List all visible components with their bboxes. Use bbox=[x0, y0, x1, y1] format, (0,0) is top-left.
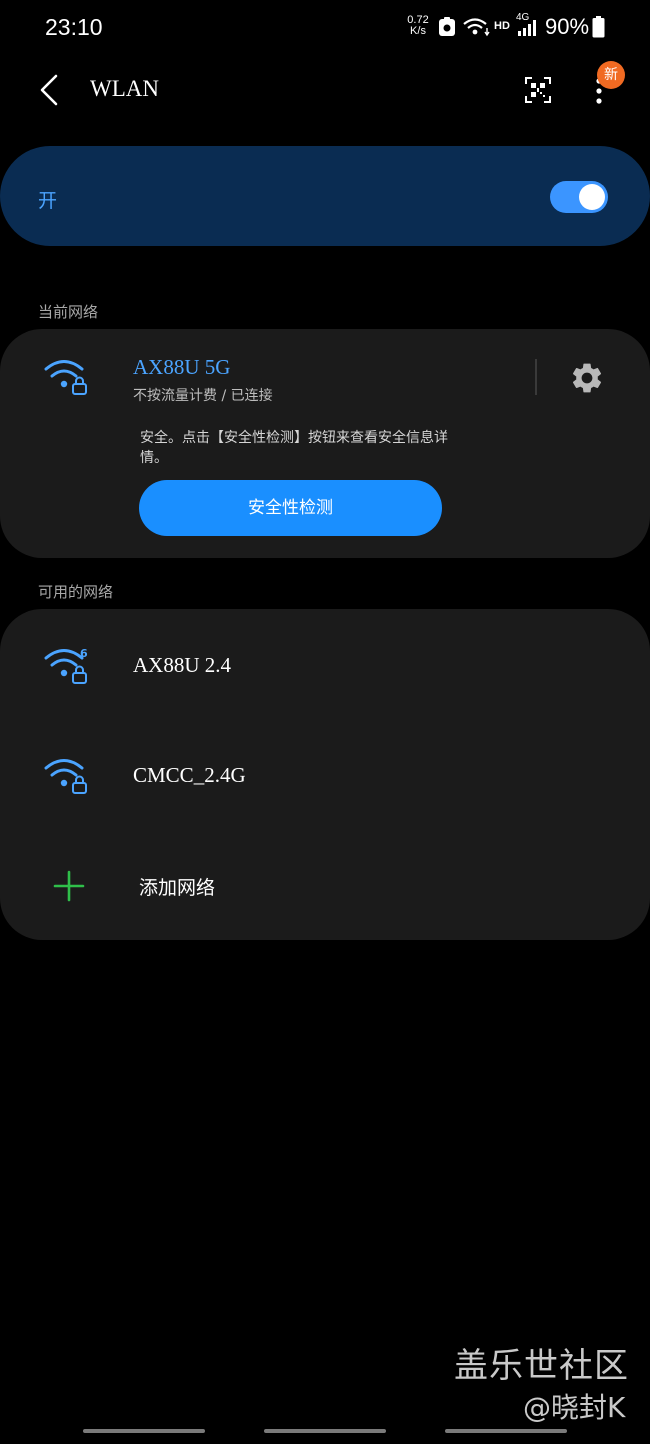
current-network-status: 不按流量计费 / 已连接 bbox=[133, 388, 273, 404]
battery-percent: 90% bbox=[545, 14, 590, 39]
security-message: 安全。点击【安全性检测】按钮来查看安全信息详情。 bbox=[140, 430, 448, 466]
hd-indicator: HD bbox=[494, 20, 510, 32]
gear-icon[interactable] bbox=[569, 360, 605, 396]
network-item-ax88u-2-4[interactable] bbox=[0, 615, 650, 715]
add-network-button[interactable] bbox=[0, 835, 650, 935]
wlan-toggle-label: 开 bbox=[38, 190, 58, 212]
storage-notification-icon bbox=[439, 17, 455, 36]
security-check-button[interactable]: 安全性检测 bbox=[139, 480, 442, 536]
battery-icon bbox=[592, 16, 605, 38]
watermark-community: 盖乐世社区 bbox=[454, 1346, 629, 1386]
network-item-cmcc-2-4g[interactable] bbox=[0, 725, 650, 825]
wifi6-secured-icon: 6 bbox=[44, 647, 88, 684]
nav-recents-button[interactable] bbox=[83, 1429, 205, 1433]
current-network-heading: 当前网络 bbox=[38, 303, 99, 321]
plus-icon bbox=[53, 870, 85, 902]
network-ssid: AX88U 2.4 bbox=[133, 653, 231, 677]
qr-code-scan-icon[interactable] bbox=[524, 76, 552, 104]
settings-divider bbox=[535, 359, 537, 395]
wlan-switch[interactable] bbox=[550, 181, 608, 213]
wifi-secured-icon bbox=[44, 759, 87, 794]
network-ssid: CMCC_2.4G bbox=[133, 763, 246, 787]
available-networks-heading: 可用的网络 bbox=[38, 583, 114, 601]
wifi-status-icon bbox=[463, 18, 490, 37]
network-speed: 0.72 K/s bbox=[404, 15, 432, 37]
new-badge: 新 bbox=[597, 61, 625, 89]
network-speed-unit: K/s bbox=[410, 25, 426, 37]
nav-home-button[interactable] bbox=[264, 1429, 386, 1433]
back-arrow-icon[interactable] bbox=[36, 73, 62, 107]
svg-text:6: 6 bbox=[80, 647, 88, 660]
status-time: 23:10 bbox=[45, 14, 103, 40]
signal-strength-icon bbox=[518, 20, 536, 36]
watermark-author: @晓封K bbox=[523, 1391, 626, 1424]
switch-knob bbox=[579, 184, 605, 210]
page-title: WLAN bbox=[90, 76, 159, 101]
current-network-ssid: AX88U 5G bbox=[133, 355, 231, 379]
nav-back-button[interactable] bbox=[445, 1429, 567, 1433]
add-network-label: 添加网络 bbox=[139, 877, 216, 899]
